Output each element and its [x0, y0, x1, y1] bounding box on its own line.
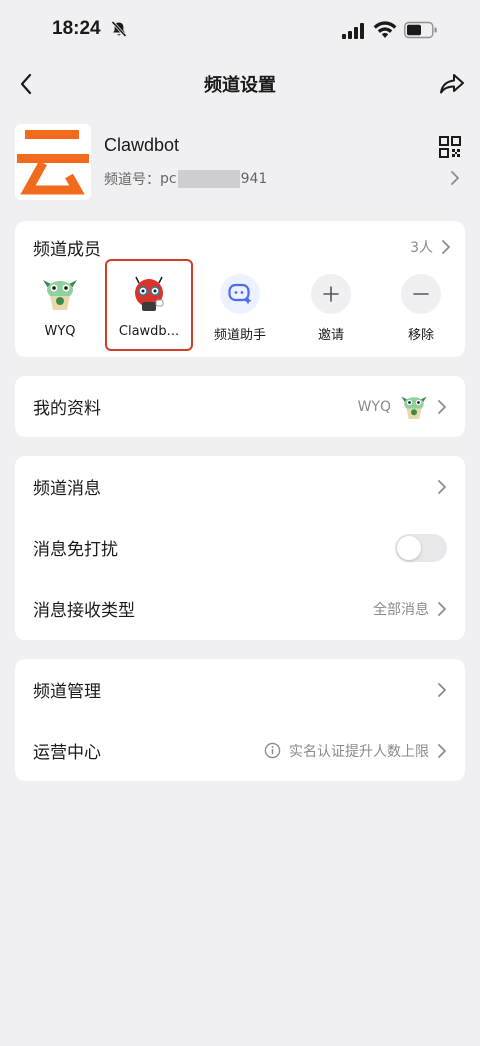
- status-time: 18:24: [52, 18, 101, 39]
- frog-avatar-icon: [40, 274, 80, 314]
- channel-messages-row[interactable]: 频道消息: [15, 456, 465, 517]
- channel-name: Clawdbot: [104, 135, 180, 155]
- member-clawdbot[interactable]: Clawdb...: [109, 274, 189, 339]
- page-title: 频道设置: [204, 75, 276, 96]
- receive-type-value: 全部消息: [373, 601, 429, 618]
- mute-toggle[interactable]: [395, 533, 447, 562]
- receive-type-label: 消息接收类型: [33, 601, 135, 621]
- channel-id-redacted: [177, 170, 240, 188]
- member-name: WYQ: [44, 324, 76, 339]
- channel-id: 频道号： pc 941: [104, 169, 267, 189]
- channel-id-prefix: pc: [160, 171, 177, 187]
- channel-members-header[interactable]: 频道成员 3人: [33, 235, 451, 260]
- mute-row: 消息免打扰: [15, 517, 465, 578]
- channel-manage-row[interactable]: 频道管理: [15, 659, 465, 720]
- channel-id-label: 频道号：: [104, 172, 160, 188]
- share-button[interactable]: [436, 68, 468, 100]
- invite-label: 邀请: [317, 328, 344, 343]
- member-channel-assistant[interactable]: 频道助手: [200, 274, 280, 343]
- my-profile-label: 我的资料: [33, 399, 101, 419]
- chevron-right-icon: [438, 682, 446, 697]
- chevron-right-icon: [442, 240, 450, 254]
- remove-button[interactable]: 移除: [381, 274, 461, 343]
- channel-logo-icon: [17, 130, 89, 195]
- member-name: 频道助手: [213, 328, 266, 343]
- my-profile-card: 我的资料 WYQ: [15, 376, 465, 437]
- channel-id-suffix: 941: [240, 171, 268, 187]
- mute-label: 消息免打扰: [33, 540, 118, 560]
- remove-label: 移除: [407, 328, 434, 343]
- bell-mute-icon: [111, 20, 127, 38]
- toggle-knob: [397, 535, 421, 560]
- chevron-right-icon: [438, 743, 446, 758]
- invite-button[interactable]: 邀请: [291, 274, 371, 343]
- channel-manage-label: 频道管理: [33, 682, 101, 702]
- ops-center-label: 运营中心: [33, 743, 101, 763]
- navigation-bar: 频道设置: [0, 62, 480, 106]
- status-bar: 18:24: [0, 0, 480, 62]
- chevron-right-icon: [438, 399, 446, 414]
- manage-card: 频道管理 运营中心 实名认证提升人数上限: [15, 659, 465, 781]
- channel-logo: [15, 124, 91, 200]
- channel-header[interactable]: Clawdbot 频道号： pc 941: [15, 122, 465, 200]
- qr-code-icon[interactable]: [439, 136, 461, 158]
- my-profile-row[interactable]: 我的资料 WYQ: [15, 376, 465, 437]
- minus-icon: [401, 274, 441, 314]
- channel-members-count: 3人: [410, 240, 433, 256]
- plus-icon: [311, 274, 351, 314]
- chevron-right-icon: [451, 171, 459, 185]
- channel-members-title: 频道成员: [33, 239, 101, 260]
- chevron-right-icon: [438, 601, 446, 616]
- receive-type-row[interactable]: 消息接收类型 全部消息: [15, 578, 465, 639]
- assistant-icon: [220, 274, 260, 314]
- my-profile-value: WYQ: [357, 398, 391, 415]
- ops-center-row[interactable]: 运营中心 实名认证提升人数上限: [15, 720, 465, 781]
- cellular-signal-icon: [342, 23, 364, 39]
- messages-card: 频道消息 消息免打扰 消息接收类型 全部消息: [15, 456, 465, 640]
- frog-avatar-icon: [401, 396, 427, 419]
- ops-center-hint: 实名认证提升人数上限: [289, 743, 429, 760]
- battery-icon: [404, 21, 437, 39]
- info-icon: [264, 742, 281, 759]
- channel-messages-label: 频道消息: [33, 479, 101, 499]
- wifi-icon: [373, 21, 397, 38]
- member-name: Clawdb...: [118, 324, 180, 339]
- chevron-right-icon: [438, 479, 446, 494]
- share-icon: [440, 74, 464, 94]
- member-wyq[interactable]: WYQ: [20, 274, 100, 339]
- channel-members-card: 频道成员 3人 WYQ Clawdb... 频道助手 邀请 移除: [15, 221, 465, 357]
- red-bot-avatar-icon: [129, 274, 169, 314]
